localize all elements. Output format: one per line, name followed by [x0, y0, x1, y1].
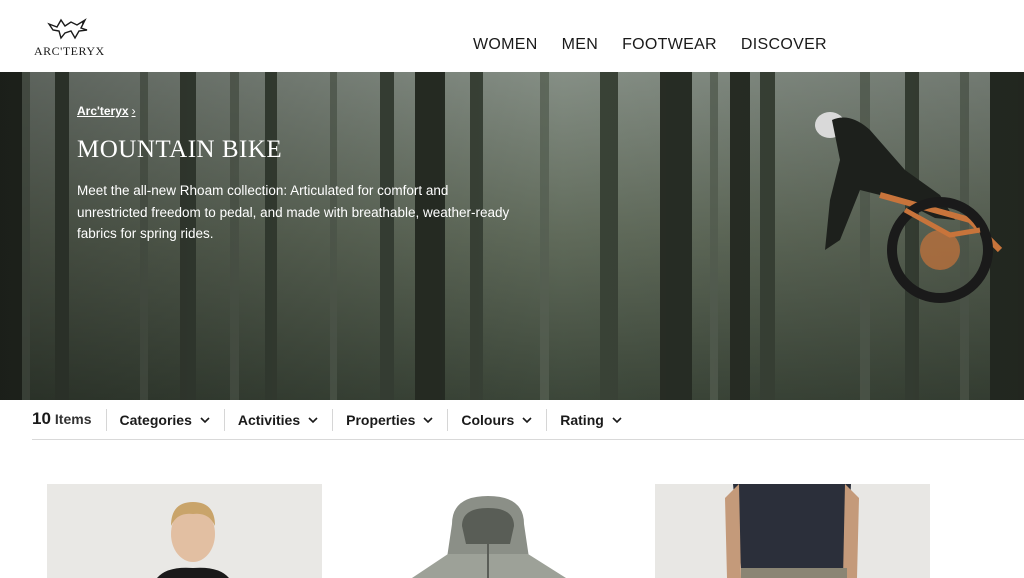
nav-item-men[interactable]: MEN: [562, 36, 598, 54]
item-count-number: 10: [32, 408, 51, 428]
filter-rating[interactable]: Rating: [547, 409, 636, 431]
site-header: ARC'TERYX WOMEN MEN FOOTWEAR DISCOVER: [0, 0, 1024, 72]
chevron-down-icon: [423, 416, 433, 423]
chevron-down-icon: [308, 416, 318, 423]
breadcrumb-link[interactable]: Arc'teryx: [77, 104, 129, 118]
hero-description: Meet the all-new Rhoam collection: Artic…: [77, 183, 510, 241]
item-count-label: Items: [54, 410, 92, 427]
product-card[interactable]: [655, 484, 930, 578]
filter-label: Properties: [346, 411, 416, 428]
chevron-down-icon: [612, 416, 622, 423]
product-card[interactable]: [352, 484, 627, 578]
brand-name: ARC'TERYX: [34, 44, 105, 58]
item-count: 10 Items: [32, 408, 107, 431]
filter-label: Rating: [560, 411, 604, 428]
brand-logo[interactable]: ARC'TERYX: [34, 16, 104, 62]
filter-colours[interactable]: Colours: [448, 408, 548, 431]
bird-logo-icon: [47, 18, 88, 40]
filter-label: Colours: [461, 411, 515, 428]
filter-bar: 10 Items Categories Activities Propertie…: [32, 400, 1024, 440]
breadcrumb[interactable]: Arc'teryx ›: [77, 104, 136, 118]
product-card[interactable]: [47, 484, 322, 578]
filter-properties[interactable]: Properties: [333, 408, 449, 431]
hero-banner: Arc'teryx › MOUNTAIN BIKE Meet the all-n…: [0, 72, 1024, 400]
nav-item-footwear[interactable]: FOOTWEAR: [622, 36, 717, 54]
main-nav: WOMEN MEN FOOTWEAR DISCOVER: [473, 36, 827, 54]
filter-activities[interactable]: Activities: [225, 408, 334, 431]
product-image-shirt: [655, 484, 930, 578]
page-title: MOUNTAIN BIKE: [77, 136, 283, 163]
product-image-jacket: [352, 484, 627, 578]
filter-categories[interactable]: Categories: [107, 408, 225, 431]
nav-item-discover[interactable]: DISCOVER: [741, 36, 827, 54]
chevron-right-icon: ›: [131, 104, 136, 118]
filter-label: Activities: [237, 411, 301, 428]
chevron-down-icon: [200, 416, 210, 423]
chevron-down-icon: [522, 416, 532, 423]
nav-item-women[interactable]: WOMEN: [473, 36, 538, 54]
product-image-person: [47, 484, 322, 578]
filter-label: Categories: [119, 411, 192, 428]
